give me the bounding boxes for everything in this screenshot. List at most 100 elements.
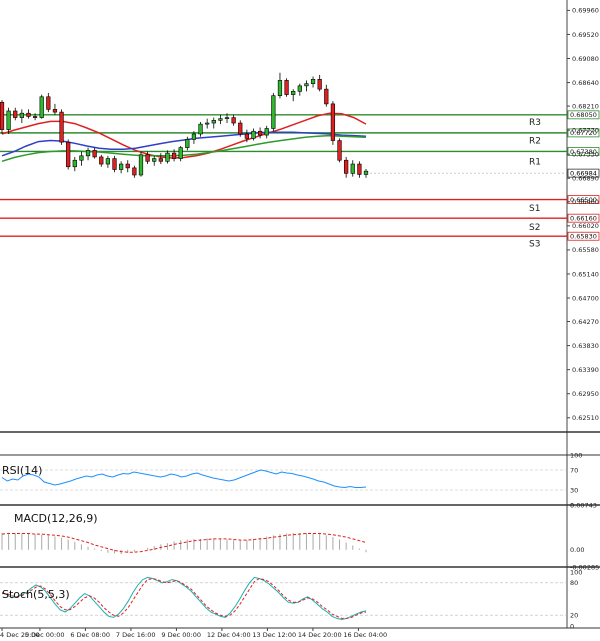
candle-bear bbox=[337, 140, 342, 161]
level-label-R2: R2 bbox=[529, 137, 541, 147]
price-tick-label: 0.63830 bbox=[572, 342, 599, 350]
price-tick-label: 0.62950 bbox=[572, 390, 599, 398]
rsi-tick-label: 100 bbox=[570, 451, 582, 459]
candle-bear bbox=[231, 117, 236, 124]
candle-bear bbox=[99, 156, 104, 165]
macd-tick-label: 0.00 bbox=[570, 546, 584, 554]
candle-bear bbox=[32, 116, 38, 118]
time-tick-label: 14 Dec 20:00 bbox=[298, 631, 342, 639]
level-label-S1: S1 bbox=[529, 204, 540, 214]
candle-bull bbox=[79, 155, 84, 161]
candle-bull bbox=[271, 95, 276, 129]
price-tick-label: 0.69520 bbox=[572, 31, 599, 39]
price-tick-label: 0.66020 bbox=[572, 222, 599, 230]
price-tick-label: 0.66460 bbox=[572, 198, 599, 206]
time-tick-label: 12 Dec 04:00 bbox=[207, 631, 251, 639]
time-tick-label: 13 Dec 12:00 bbox=[252, 631, 296, 639]
candle-bear bbox=[92, 150, 97, 158]
stoch-title: Stoch(5,5,3) bbox=[2, 588, 70, 601]
candle-bull bbox=[185, 139, 190, 148]
candle-bear bbox=[132, 167, 137, 176]
candle-bull bbox=[198, 123, 203, 135]
candle-bull bbox=[19, 112, 24, 118]
candle-bear bbox=[158, 158, 163, 162]
candle-bear bbox=[125, 163, 130, 169]
candle-bull bbox=[224, 117, 230, 119]
candle-bear bbox=[257, 130, 263, 136]
macd-tick-label: 0.00743 bbox=[570, 501, 597, 509]
level-label-S2: S2 bbox=[529, 223, 540, 233]
candle-bull bbox=[191, 133, 197, 140]
candle-bear bbox=[112, 158, 117, 170]
rsi-tick-label: 30 bbox=[570, 486, 578, 494]
time-tick-label: 7 Dec 16:00 bbox=[116, 631, 156, 639]
price-tick-label: 0.68640 bbox=[572, 79, 599, 87]
candle-bear bbox=[244, 133, 249, 139]
candle-bear bbox=[171, 152, 177, 159]
price-tick-label: 0.69960 bbox=[572, 7, 599, 15]
candle-bear bbox=[66, 141, 71, 168]
price-tick-label: 0.64270 bbox=[572, 318, 599, 326]
candle-bear bbox=[330, 103, 336, 141]
candle-bear bbox=[357, 163, 362, 175]
candle-bear bbox=[284, 80, 289, 95]
level-label-S3: S3 bbox=[529, 239, 540, 249]
price-tick-label: 0.65580 bbox=[572, 246, 599, 254]
candle-bear bbox=[324, 88, 329, 105]
time-tick-label: 5 Dec 00:00 bbox=[25, 631, 65, 639]
candle-bull bbox=[105, 158, 111, 165]
candle-bull bbox=[152, 158, 157, 162]
candle-bull bbox=[85, 150, 91, 157]
candle-bull bbox=[310, 78, 316, 84]
candle-bear bbox=[13, 110, 18, 118]
level-label-R1: R1 bbox=[529, 157, 541, 167]
price-tick-label: 0.63390 bbox=[572, 366, 599, 374]
price-tick-label: 0.66890 bbox=[572, 175, 599, 183]
price-tick-label: 0.68210 bbox=[572, 102, 599, 110]
rsi-title: RSI(14) bbox=[2, 464, 42, 477]
candle-bear bbox=[26, 112, 31, 117]
candle-bull bbox=[211, 120, 216, 124]
stoch-tick-label: 20 bbox=[570, 612, 578, 620]
candle-bull bbox=[297, 85, 302, 92]
forex-chart: R30.68050R20.67720R10.67380S10.66500S20.… bbox=[0, 0, 600, 641]
price-tick-label: 0.69080 bbox=[572, 55, 599, 63]
candle-bear bbox=[344, 159, 349, 174]
candle-bull bbox=[165, 152, 170, 162]
candle-bull bbox=[72, 159, 77, 168]
candle-bull bbox=[6, 110, 11, 130]
candle-bear bbox=[59, 111, 64, 143]
candle-bear bbox=[0, 101, 5, 130]
level-label-R3: R3 bbox=[529, 118, 541, 128]
candle-bull bbox=[291, 91, 296, 95]
candle-bull bbox=[304, 83, 309, 87]
candle-bear bbox=[145, 154, 150, 162]
candle-bull bbox=[218, 118, 223, 121]
candle-bull bbox=[363, 170, 369, 175]
candle-bear bbox=[52, 109, 58, 113]
candle-bull bbox=[138, 154, 144, 176]
price-tick-label: 0.67770 bbox=[572, 126, 599, 134]
price-tick-label: 0.64700 bbox=[572, 294, 599, 302]
candle-bull bbox=[39, 96, 44, 118]
candle-bear bbox=[238, 122, 243, 135]
price-tick-label: 0.67330 bbox=[572, 151, 599, 159]
candle-bear bbox=[46, 96, 51, 110]
candle-bull bbox=[350, 163, 355, 174]
candle-bear bbox=[317, 78, 322, 90]
candle-bull bbox=[251, 130, 256, 139]
candle-bull bbox=[178, 147, 183, 159]
stoch-tick-label: 100 bbox=[570, 568, 582, 576]
candle-bull bbox=[264, 128, 269, 136]
level-value-S3: 0.65830 bbox=[570, 233, 597, 241]
candle-bull bbox=[205, 122, 210, 125]
time-tick-label: 6 Dec 08:00 bbox=[70, 631, 110, 639]
stoch-tick-label: 0 bbox=[570, 622, 574, 630]
macd-title: MACD(12,26,9) bbox=[14, 512, 98, 525]
level-value-R3: 0.68050 bbox=[570, 111, 597, 119]
rsi-tick-label: 70 bbox=[570, 466, 578, 474]
candle-bull bbox=[119, 163, 124, 170]
price-tick-label: 0.65140 bbox=[572, 270, 599, 278]
time-tick-label: 16 Dec 04:00 bbox=[343, 631, 387, 639]
price-tick-label: 0.62510 bbox=[572, 414, 599, 422]
